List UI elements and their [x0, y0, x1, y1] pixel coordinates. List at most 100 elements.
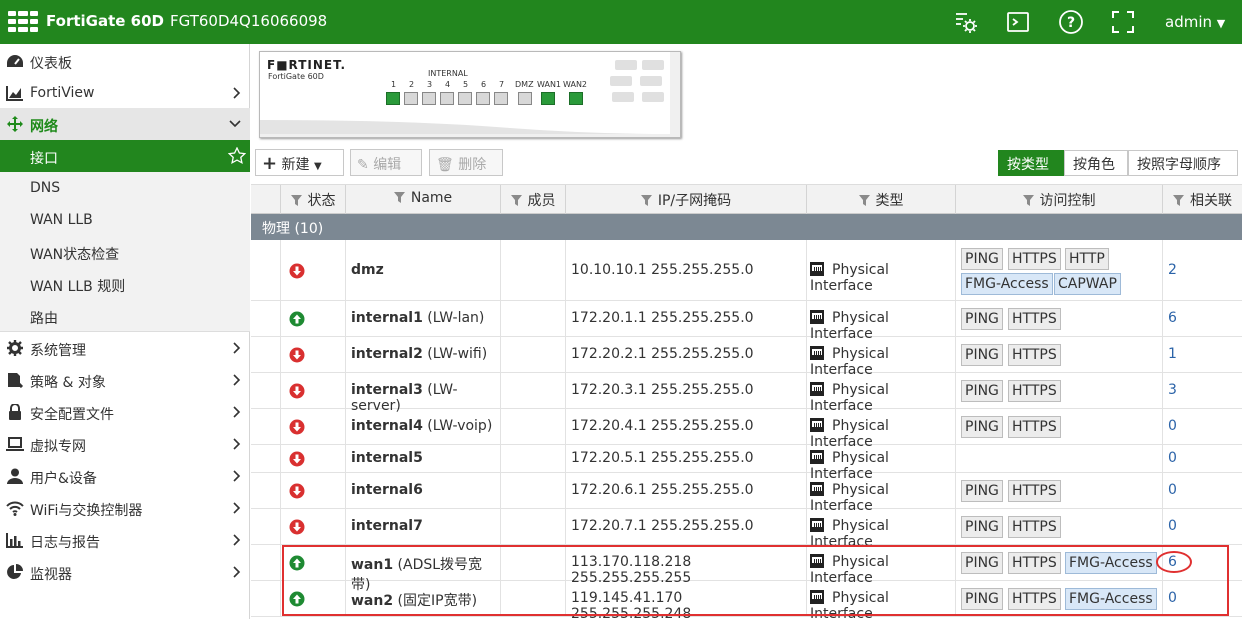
access-tag: HTTPS	[1008, 380, 1061, 402]
chevron-right-icon	[233, 342, 241, 354]
table-row[interactable]: internal4 (LW-voip) 172.20.4.1 255.255.25…	[251, 409, 1242, 450]
sidebar-item-fortiview[interactable]: FortiView	[0, 77, 250, 109]
filter-icon[interactable]	[640, 195, 652, 206]
interface-name[interactable]: internal7	[351, 518, 423, 534]
sidebar-item-dashboard[interactable]: 仪表板	[0, 45, 250, 77]
column-header[interactable]: 成员	[501, 185, 566, 214]
sidebar-item-user-device[interactable]: 用户&设备	[0, 460, 250, 492]
table-row[interactable]: internal5 172.20.5.1 255.255.255.0 Physica…	[251, 445, 1242, 482]
physical-port-icon	[810, 261, 824, 276]
view-by-role-toggle[interactable]: 按角色	[1064, 150, 1128, 176]
filter-icon[interactable]	[290, 195, 302, 206]
reference-count-link[interactable]: 1	[1168, 346, 1177, 362]
interface-name[interactable]: internal5	[351, 450, 423, 466]
bar-chart-icon	[6, 533, 23, 548]
ethernet-port-icon[interactable]	[404, 92, 418, 105]
sidebar-item-label: 路由	[30, 311, 58, 327]
table-row[interactable]: internal2 (LW-wifi) 172.20.2.1 255.255.25…	[251, 337, 1242, 378]
interface-name[interactable]: internal2 (LW-wifi)	[351, 346, 487, 362]
trash-icon: 🗑	[436, 157, 454, 173]
ethernet-port-icon[interactable]	[386, 92, 400, 105]
reference-count-link[interactable]: 0	[1168, 450, 1177, 466]
sidebar-item-policy-objects[interactable]: 策略 & 对象	[0, 364, 250, 396]
column-header[interactable]: 相关联	[1163, 185, 1242, 214]
table-row[interactable]: internal3 (LW-server) 172.20.3.1 255.255.…	[251, 373, 1242, 414]
sidebar-item-vpn[interactable]: 虚拟专网	[0, 428, 250, 460]
table-row[interactable]: internal1 (LW-lan) 172.20.1.1 255.255.255…	[251, 301, 1242, 342]
interface-name[interactable]: internal6	[351, 482, 423, 498]
table-row[interactable]: internal6 172.20.6.1 255.255.255.0 Physica…	[251, 473, 1242, 514]
delete-button-label: 删除	[458, 157, 487, 173]
cli-console-icon[interactable]	[1005, 9, 1031, 35]
ethernet-port-icon[interactable]	[422, 92, 436, 105]
sidebar-item-routing[interactable]: 路由	[0, 300, 250, 332]
table-row[interactable]: internal7 172.20.7.1 255.255.255.0 Physica…	[251, 509, 1242, 550]
new-button-label: 新建	[281, 157, 310, 173]
table-cell	[501, 509, 566, 544]
physical-port-icon	[810, 482, 824, 496]
sidebar-item-wan-llb-rules[interactable]: WAN LLB 规则	[0, 268, 250, 300]
column-header[interactable]: 访问控制	[956, 185, 1163, 214]
ethernet-port-icon[interactable]	[541, 92, 555, 105]
reference-count-link[interactable]: 0	[1168, 482, 1177, 498]
table-cell	[251, 301, 281, 336]
column-header-label: 类型	[875, 193, 904, 209]
view-alphabetical-toggle[interactable]: 按照字母顺序	[1128, 150, 1238, 176]
sidebar-item-monitor[interactable]: 监视器	[0, 556, 250, 588]
ethernet-port-icon[interactable]	[440, 92, 454, 105]
help-icon[interactable]: ?	[1058, 9, 1084, 35]
interface-name[interactable]: internal1 (LW-lan)	[351, 310, 484, 326]
ip-netmask: 172.20.1.1 255.255.255.0	[571, 310, 754, 326]
reference-count-link[interactable]: 3	[1168, 382, 1177, 398]
ethernet-port-icon[interactable]	[458, 92, 472, 105]
sidebar-item-log-report[interactable]: 日志与报告	[0, 524, 250, 556]
column-header-label: 相关联	[1190, 193, 1232, 209]
interface-name[interactable]: dmz	[351, 262, 384, 278]
column-header[interactable]: 类型	[807, 185, 956, 214]
filter-icon[interactable]	[393, 192, 405, 203]
filter-icon[interactable]	[510, 195, 522, 206]
reference-count-link[interactable]: 0	[1168, 418, 1177, 434]
sidebar-item-system[interactable]: 系统管理	[0, 332, 250, 364]
sidebar-item-security-profiles[interactable]: 安全配置文件	[0, 396, 250, 428]
column-header[interactable]: Name	[346, 185, 501, 214]
system-settings-icon[interactable]	[953, 9, 979, 35]
access-tag: PING	[961, 308, 1003, 330]
ethernet-port-icon[interactable]	[569, 92, 583, 105]
ethernet-port-icon[interactable]	[518, 92, 532, 105]
sidebar-item-wan-llb[interactable]: WAN LLB	[0, 204, 250, 236]
table-cell	[281, 445, 346, 472]
interface-name[interactable]: internal4 (LW-voip)	[351, 418, 492, 434]
table-cell: Physical Interface	[807, 240, 956, 300]
sidebar-item-wifi-switch[interactable]: WiFi与交换控制器	[0, 492, 250, 524]
filter-icon[interactable]	[1173, 195, 1184, 206]
new-button[interactable]: + 新建 ▼	[255, 149, 344, 176]
ethernet-port-icon[interactable]	[476, 92, 490, 105]
reference-count-link[interactable]: 2	[1168, 262, 1177, 278]
edit-button[interactable]: ✎ 编辑	[350, 149, 422, 176]
reference-count-link[interactable]: 0	[1168, 518, 1177, 534]
sidebar-item-interfaces[interactable]: 接口	[0, 140, 250, 172]
sidebar-item-network[interactable]: 网络	[0, 108, 250, 140]
interface-name-text: internal4	[351, 418, 423, 434]
access-tag: HTTPS	[1008, 344, 1061, 366]
star-favorite-icon[interactable]	[228, 147, 246, 165]
sidebar-item-wan-status-check[interactable]: WAN状态检查	[0, 236, 250, 268]
filter-icon[interactable]	[1022, 195, 1034, 206]
filter-icon[interactable]	[858, 195, 870, 206]
table-row[interactable]: dmz 10.10.10.1 255.255.255.0 Physical Inte…	[251, 240, 1242, 301]
column-header[interactable]: 状态	[281, 185, 346, 214]
admin-user-menu[interactable]: admin ▼	[1165, 13, 1225, 31]
ethernet-port-icon[interactable]	[494, 92, 508, 105]
app-title: FortiGate 60D	[46, 12, 164, 30]
sidebar-item-label: 监视器	[30, 567, 72, 583]
port-label: 5	[463, 80, 469, 89]
group-header-physical[interactable]: 物理 (10)	[251, 214, 1242, 240]
delete-button[interactable]: 🗑 删除	[429, 149, 503, 176]
status-down-arrow-icon	[289, 347, 305, 363]
reference-count-link[interactable]: 6	[1168, 310, 1177, 326]
fullscreen-icon[interactable]	[1110, 9, 1136, 35]
column-header[interactable]: IP/子网掩码	[566, 185, 807, 214]
sidebar-item-dns[interactable]: DNS	[0, 172, 250, 204]
view-by-type-toggle[interactable]: 按类型	[998, 150, 1064, 176]
